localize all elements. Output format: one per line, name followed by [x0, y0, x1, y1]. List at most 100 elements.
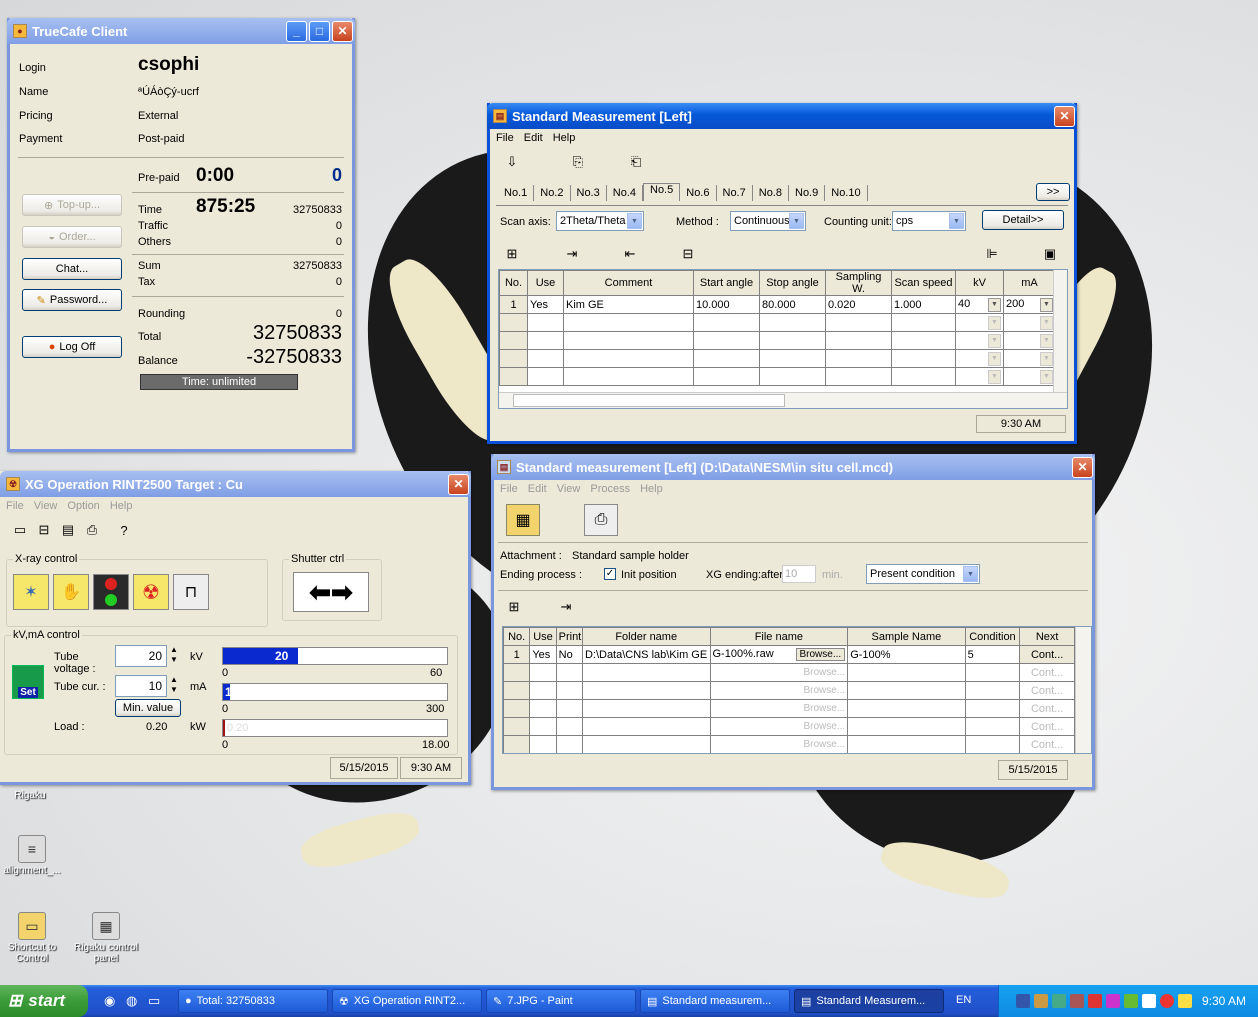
- cont-button[interactable]: Cont...: [1019, 645, 1075, 664]
- help-icon[interactable]: ?: [112, 519, 136, 541]
- task-standard-measurement-file[interactable]: ▤ Standard measurem...: [640, 989, 790, 1013]
- tab-no8[interactable]: No.8: [753, 185, 789, 201]
- xg-toolbar-icon-3[interactable]: ▤: [56, 519, 80, 541]
- desktop-icon-alignment[interactable]: ≡ alignment_...: [0, 835, 64, 876]
- copy-row-icon[interactable]: ⇥: [560, 243, 584, 265]
- tab-no9[interactable]: No.9: [789, 185, 826, 201]
- topup-button[interactable]: ⊕ Top-up...: [22, 194, 122, 216]
- file-name-cell[interactable]: G-100%.raw Browse...: [709, 645, 849, 664]
- method-select[interactable]: Continuous ▼: [730, 211, 806, 231]
- menu-view[interactable]: View: [34, 500, 58, 512]
- menu-edit[interactable]: Edit: [528, 483, 547, 495]
- tray-monitor-icon[interactable]: [1051, 994, 1066, 1008]
- copy-row-icon[interactable]: ⇥: [554, 596, 578, 618]
- detail-button[interactable]: Detail>>: [982, 210, 1064, 230]
- table-row[interactable]: Browse... Cont...: [503, 699, 1075, 718]
- language-indicator[interactable]: EN: [956, 994, 971, 1006]
- tray-play-icon[interactable]: [1141, 994, 1156, 1008]
- insert-row-icon[interactable]: ⊞: [502, 596, 526, 618]
- browse-button[interactable]: Browse...: [804, 667, 846, 678]
- folder-open-icon[interactable]: ▦: [506, 504, 540, 536]
- xg-titlebar[interactable]: ☢ XG Operation RINT2500 Target : Cu ✕: [0, 471, 471, 497]
- kv-cell[interactable]: 40 ▼: [955, 295, 1004, 314]
- xg-toolbar-icon-1[interactable]: ▭: [8, 519, 32, 541]
- desktop-icon-shortcut-control[interactable]: ▭ Shortcut to Control: [0, 912, 64, 964]
- table-row[interactable]: ▼ ▼: [499, 331, 1056, 350]
- shutter-arrows-icon[interactable]: ⬅➡: [293, 572, 369, 612]
- tab-no6[interactable]: No.6: [680, 185, 717, 201]
- std-left-titlebar[interactable]: ▤ Standard Measurement [Left] ✕: [487, 103, 1077, 129]
- table-row[interactable]: Browse... Cont...: [503, 717, 1075, 736]
- menu-option[interactable]: Option: [67, 500, 99, 512]
- xray-tube-icon[interactable]: ⊓: [173, 574, 209, 610]
- traffic-light-icon[interactable]: [93, 574, 129, 610]
- task-truecafe[interactable]: ● Total: 32750833: [178, 989, 328, 1013]
- maximize-button[interactable]: □: [309, 20, 330, 42]
- browse-button[interactable]: Browse...: [795, 648, 846, 661]
- task-paint[interactable]: ✎ 7.JPG - Paint: [486, 989, 636, 1013]
- start-button[interactable]: ⊞ start: [0, 985, 88, 1017]
- minimize-button[interactable]: _: [286, 20, 307, 42]
- task-xg-operation[interactable]: ☢ XG Operation RINT2...: [332, 989, 482, 1013]
- menu-process[interactable]: Process: [590, 483, 630, 495]
- tab-scroll-button[interactable]: >>: [1036, 183, 1070, 201]
- vertical-scrollbar[interactable]: [1053, 270, 1067, 392]
- menu-file[interactable]: File: [500, 483, 518, 495]
- menu-help[interactable]: Help: [553, 132, 576, 144]
- tab-no10[interactable]: No.10: [825, 185, 868, 201]
- chat-button[interactable]: Chat...: [22, 258, 122, 280]
- tab-no5[interactable]: No.5: [643, 183, 681, 201]
- desktop-icon-rigaku[interactable]: Rigaku: [0, 790, 60, 801]
- chevron-down-icon[interactable]: ▼: [1040, 297, 1053, 312]
- horizontal-scrollbar[interactable]: [499, 392, 1067, 408]
- close-button[interactable]: ✕: [332, 20, 353, 42]
- tray-k-icon[interactable]: [1087, 994, 1102, 1008]
- insert-row-icon[interactable]: ⊞: [500, 243, 524, 265]
- close-button[interactable]: ✕: [1072, 456, 1093, 478]
- xg-toolbar-icon-2[interactable]: ⊟: [32, 519, 56, 541]
- cont-button[interactable]: Cont...: [1019, 735, 1075, 753]
- scroll-thumb[interactable]: [513, 394, 785, 407]
- xg-ending-input[interactable]: 10: [782, 565, 816, 583]
- set-button[interactable]: Set: [12, 665, 44, 699]
- xray-on-icon[interactable]: ✶: [13, 574, 49, 610]
- counting-unit-select[interactable]: cps ▼: [892, 211, 966, 231]
- menu-view[interactable]: View: [557, 483, 581, 495]
- browse-button[interactable]: Browse...: [804, 721, 846, 732]
- quicklaunch-browser-icon[interactable]: ◍: [126, 993, 137, 1009]
- tray-status-icon[interactable]: [1159, 994, 1174, 1008]
- browse-button[interactable]: Browse...: [804, 685, 846, 696]
- table-row[interactable]: 1 Yes No D:\Data\CNS lab\Kim GE G-100%.r…: [503, 645, 1075, 664]
- close-button[interactable]: ✕: [1054, 105, 1075, 127]
- voltage-spinner[interactable]: ▲ ▼: [167, 645, 181, 667]
- scan-axis-select[interactable]: 2Theta/Theta ▼: [556, 211, 644, 231]
- paste-icon[interactable]: ⎗: [624, 151, 648, 173]
- tray-antivirus-icon[interactable]: [1069, 994, 1084, 1008]
- tab-no4[interactable]: No.4: [607, 185, 643, 201]
- tray-shield-icon[interactable]: [1105, 994, 1120, 1008]
- cont-button[interactable]: Cont...: [1019, 717, 1075, 736]
- table-row[interactable]: ▼ ▼: [499, 313, 1056, 332]
- tab-no1[interactable]: No.1: [498, 185, 535, 201]
- cont-button[interactable]: Cont...: [1019, 663, 1075, 682]
- taskbar-clock[interactable]: 9:30 AM: [1202, 994, 1246, 1008]
- std-meas-titlebar[interactable]: ▤ Standard measurement [Left] (D:\Data\N…: [491, 454, 1095, 480]
- save-icon[interactable]: ▣: [1038, 243, 1062, 265]
- tube-current-input[interactable]: 10: [115, 675, 167, 697]
- min-value-button[interactable]: Min. value: [115, 699, 181, 717]
- vertical-scrollbar[interactable]: [1075, 627, 1091, 753]
- menu-help[interactable]: Help: [640, 483, 663, 495]
- order-button[interactable]: ◒ Order...: [22, 226, 122, 248]
- init-position-checkbox[interactable]: ✓: [604, 568, 616, 580]
- browse-button[interactable]: Browse...: [804, 739, 846, 750]
- paste-row-icon[interactable]: ⇤: [618, 243, 642, 265]
- xray-hand-icon[interactable]: ✋: [53, 574, 89, 610]
- browse-button[interactable]: Browse...: [804, 703, 846, 714]
- task-standard-measurement[interactable]: ▤ Standard Measurem...: [794, 989, 944, 1013]
- ma-cell[interactable]: 200 ▼: [1003, 295, 1056, 314]
- tray-app-icon[interactable]: [1123, 994, 1138, 1008]
- quicklaunch-ie-icon[interactable]: ◉: [104, 993, 115, 1009]
- open-condition-icon[interactable]: ⇩: [500, 151, 524, 173]
- tray-volume-icon[interactable]: [1177, 994, 1192, 1008]
- cont-button[interactable]: Cont...: [1019, 699, 1075, 718]
